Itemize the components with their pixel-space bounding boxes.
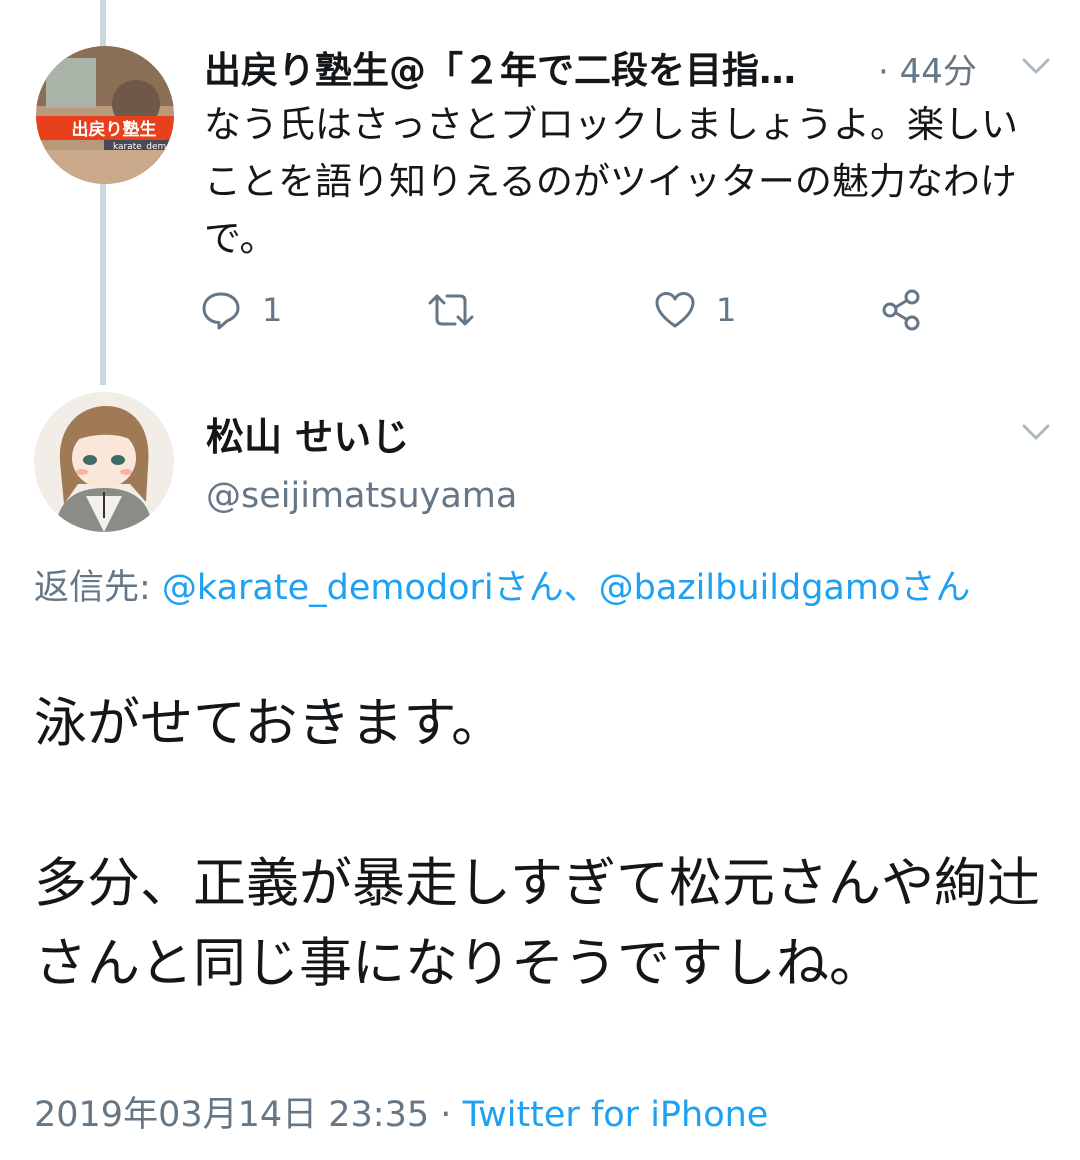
author-handle[interactable]: @seijimatsuyama [206,476,517,516]
like-button[interactable]: 1 [654,284,736,336]
tweet-text: 泳がせておきます。 多分、正義が暴走しすぎて松元さんや絢辻さんと同じ事になりそう… [34,684,1044,1004]
share-icon [882,289,920,331]
reply-mention-link[interactable]: @karate_demodoriさん [162,568,564,608]
reply-button[interactable]: 1 [200,284,282,336]
reply-icon [202,292,240,330]
chevron-down-icon[interactable] [1018,54,1054,78]
share-button[interactable] [880,284,942,336]
tweet-source-link[interactable]: Twitter for iPhone [463,1095,769,1135]
tweet-actions: 1 1 [200,284,940,336]
tweet-text-line: 多分、正義が暴走しすぎて松元さんや絢辻さんと同じ事になりそうですしね。 [34,853,1040,994]
tweet-date: 2019年03月14日 23:35 · [34,1095,463,1135]
author-name[interactable]: 出戻り塾生@「２年で二段を目指… [204,40,796,94]
avatar[interactable] [34,392,174,532]
author-name[interactable]: 松山 せいじ [206,406,409,461]
svg-text:出戻り塾生: 出戻り塾生 [72,119,157,140]
tweet-text-line: 泳がせておきます。 [34,693,505,754]
heart-icon [655,292,695,328]
reply-prefix: 返信先: [34,568,162,608]
tweet-meta: 2019年03月14日 23:35 · Twitter for iPhone [34,1086,768,1137]
timestamp[interactable]: · 44分 [878,44,977,93]
reply-separator: 、 [563,568,599,608]
reply-count: 1 [262,291,283,329]
chevron-down-icon[interactable] [1018,420,1054,444]
reply-to-line: 返信先: @karate_demodoriさん、@bazilbuildgamoさ… [34,566,1044,610]
reply-mention-link[interactable]: @bazilbuildgamoさん [599,568,971,608]
tweet-text: なう氏はさっさとブロックしましょうよ。楽しいことを語り知りえるのがツイッターの魅… [204,103,1018,260]
like-count: 1 [716,291,737,329]
avatar[interactable]: 出戻り塾生 karate_demodo [36,46,174,184]
retweet-icon [428,294,474,326]
retweet-button[interactable] [426,284,496,336]
